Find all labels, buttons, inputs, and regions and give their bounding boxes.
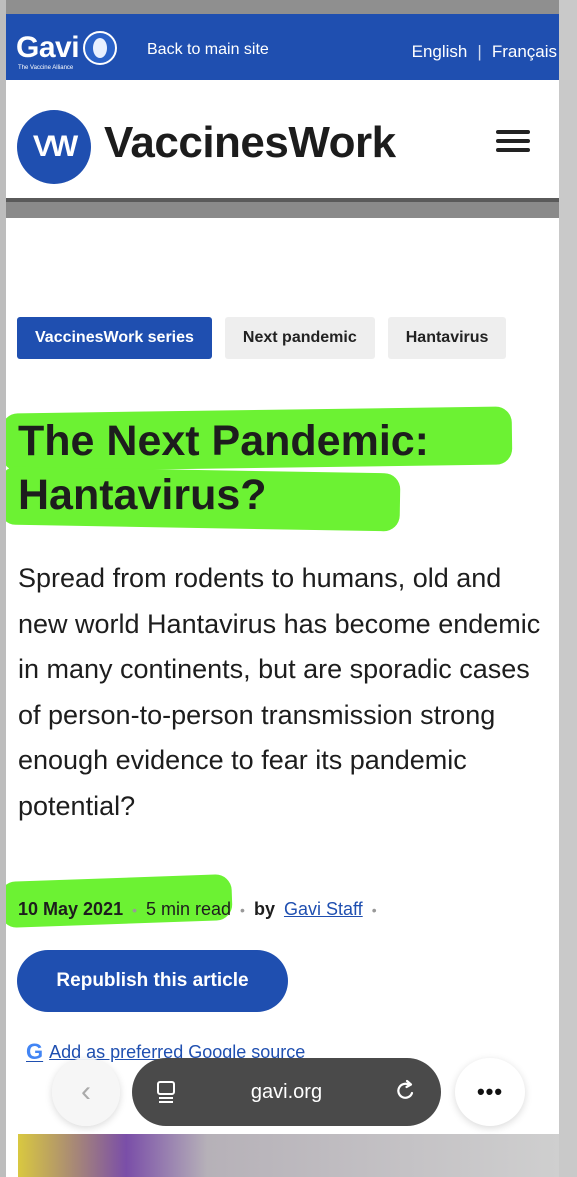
lang-separator: | [477, 42, 482, 61]
publish-date: 10 May 2021 [18, 899, 124, 919]
more-options-button[interactable]: ••• [455, 1058, 525, 1126]
gavi-top-bar: Gavi The Vaccine Alliance Back to main s… [0, 14, 577, 80]
by-label: by [253, 899, 275, 919]
gavi-logo-text: Gavi [16, 31, 80, 64]
back-to-main-site-link[interactable]: Back to main site [147, 41, 269, 59]
gavi-logo-subtitle: The Vaccine Alliance [18, 65, 74, 71]
reload-icon[interactable] [393, 1078, 417, 1111]
browser-address-bar[interactable]: gavi.org [132, 1058, 441, 1126]
device-frame-left [0, 0, 6, 1177]
site-header: VW VaccinesWork [0, 80, 577, 202]
gavi-globe-icon [83, 31, 118, 65]
lang-english-link[interactable]: English [412, 42, 468, 62]
article-headline: The Next Pandemic: Hantavirus? [18, 414, 558, 522]
tag-vaccineswork-series[interactable]: VaccinesWork series [17, 317, 212, 359]
meta-separator: • [240, 901, 245, 918]
tag-next-pandemic[interactable]: Next pandemic [224, 317, 375, 359]
headline-line-1: The Next Pandemic: [18, 417, 429, 465]
article-hero-image [18, 1134, 559, 1177]
site-title[interactable]: VaccinesWork [104, 118, 396, 168]
google-icon: G [26, 1042, 44, 1062]
device-frame-top [0, 0, 577, 14]
menu-icon-bar [496, 148, 530, 152]
chevron-left-icon: ‹ [81, 1075, 91, 1108]
device-frame-right [559, 0, 577, 1177]
lang-french-link[interactable]: Français [492, 42, 557, 62]
author-link[interactable]: Gavi Staff [284, 899, 363, 920]
browser-back-button[interactable]: ‹ [52, 1058, 120, 1126]
tag-list: VaccinesWork series Next pandemic Hantav… [17, 317, 507, 359]
read-time: 5 min read [146, 899, 232, 919]
republish-article-button[interactable]: Republish this article [17, 950, 288, 1012]
menu-icon-bar [496, 130, 530, 134]
meta-separator: • [132, 901, 137, 918]
gavi-logo[interactable]: Gavi The Vaccine Alliance [16, 22, 118, 74]
article-content: VaccinesWork series Next pandemic Hantav… [0, 218, 577, 1177]
meta-separator: • [371, 901, 377, 918]
menu-icon[interactable] [496, 130, 530, 152]
tag-hantavirus[interactable]: Hantavirus [387, 317, 507, 359]
article-meta: 10 May 2021 • 5 min read • by Gavi Staff… [18, 899, 377, 920]
menu-icon-bar [496, 139, 530, 143]
ellipsis-icon: ••• [476, 1079, 504, 1104]
language-switcher: English | Français [412, 42, 557, 62]
header-divider [0, 202, 577, 218]
headline-line-2: Hantavirus? [18, 471, 267, 519]
article-summary: Spread from rodents to humans, old and n… [18, 563, 541, 821]
vaccineswork-logo-icon[interactable]: VW [17, 110, 91, 184]
